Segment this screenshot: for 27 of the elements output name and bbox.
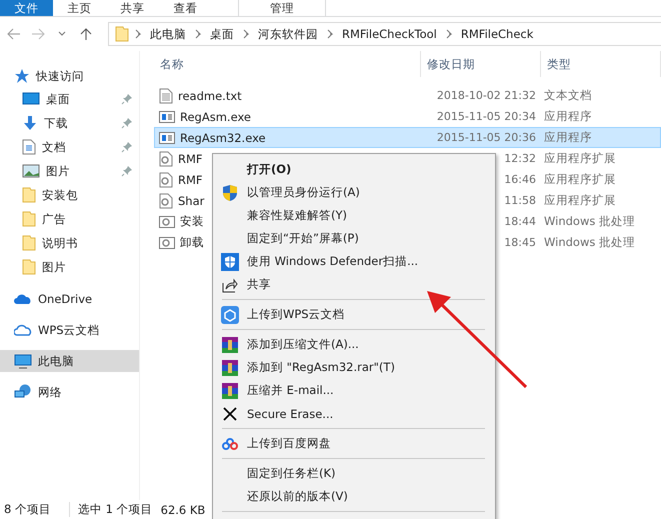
file-name: RMF (178, 152, 203, 166)
file-type: 文本文档 (543, 88, 592, 103)
file-name: 安装 (180, 214, 204, 229)
file-type: 应用程序扩展 (543, 172, 616, 187)
file-type: Windows 批处理 (543, 214, 635, 229)
file-date: 2015-11-05 20:36 (436, 131, 536, 144)
file-type: 应用程序扩展 (543, 193, 616, 208)
file-type: Windows 批处理 (543, 235, 635, 250)
file-date: 16:46 (503, 173, 536, 186)
file-date: 12:32 (503, 152, 536, 165)
file-name: RMF (178, 172, 203, 186)
file-date: 2018-10-02 21:32 (436, 89, 536, 102)
file-date: 2015-11-05 20:34 (436, 110, 536, 123)
file-name: 卸载 (180, 235, 204, 250)
file-date: 18:44 (503, 215, 536, 228)
file-name: readme.txt (178, 88, 242, 102)
selection-count: 选中 1 个项目 (68, 502, 153, 517)
file-name: RegAsm.exe (180, 110, 251, 124)
file-date: 18:45 (503, 236, 536, 249)
selection-size: 62.6 KB (160, 502, 206, 516)
file-type: 应用程序 (543, 109, 592, 124)
file-name: RegAsm32.exe (180, 130, 266, 144)
file-type: 应用程序扩展 (543, 151, 616, 166)
file-name: Shar (178, 194, 204, 208)
item-count: 8 个项目 (4, 502, 51, 517)
file-date: 11:58 (503, 194, 536, 207)
file-type: 应用程序 (543, 130, 592, 145)
